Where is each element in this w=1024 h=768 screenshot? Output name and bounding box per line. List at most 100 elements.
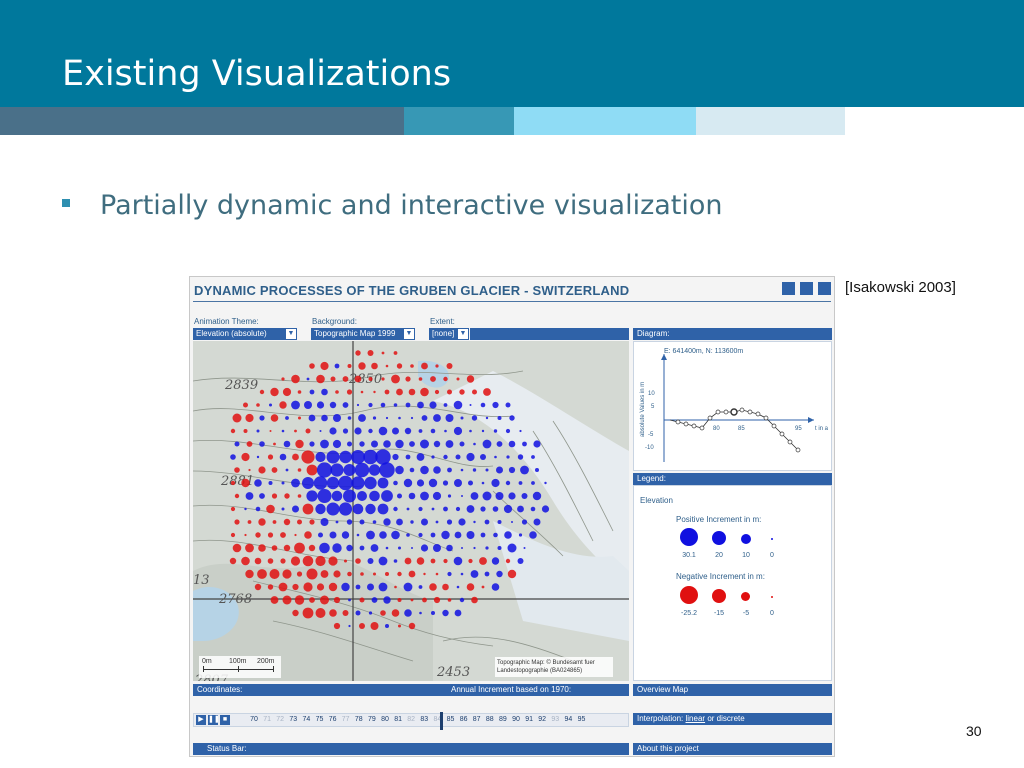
elevation-dot <box>335 520 339 524</box>
elevation-dot <box>329 427 337 435</box>
timeline-year[interactable]: 90 <box>510 716 522 723</box>
timeline-year[interactable]: 77 <box>340 716 352 723</box>
interpolation-label: Interpolation: <box>637 714 684 723</box>
elevation-dot <box>321 388 328 396</box>
timeline-year[interactable]: 74 <box>300 716 312 723</box>
play-icon[interactable]: ▶ <box>196 715 206 725</box>
elevation-dot <box>364 476 377 490</box>
chevron-down-icon[interactable]: ▼ <box>457 328 469 340</box>
elevation-dot <box>270 414 279 422</box>
timeline-year[interactable]: 70 <box>248 716 260 723</box>
extent-select[interactable]: [none] <box>429 328 457 340</box>
elevation-dot <box>346 389 353 395</box>
timeline-year[interactable]: 88 <box>484 716 496 723</box>
animation-theme-select[interactable]: Elevation (absolute) <box>193 328 285 340</box>
interpolation-linear-link[interactable]: linear <box>686 714 706 723</box>
scale-label: 200m <box>257 658 275 665</box>
elevation-dot <box>443 454 448 460</box>
elevation-dot <box>434 389 440 395</box>
pause-icon[interactable]: ❚❚ <box>208 715 220 725</box>
timeline-year[interactable]: 95 <box>576 716 588 723</box>
elevation-dot <box>416 557 425 565</box>
window-button-3[interactable] <box>818 282 831 295</box>
legend-value: -25.2 <box>681 610 697 617</box>
timeline-year[interactable]: 80 <box>379 716 391 723</box>
elevation-dot <box>351 450 365 464</box>
timeline-year[interactable]: 82 <box>405 716 417 723</box>
elevation-dot <box>535 468 539 472</box>
about-project-bar[interactable]: About this project <box>633 743 832 755</box>
timeline-year[interactable]: 93 <box>549 716 561 723</box>
timeline-year[interactable]: 89 <box>497 716 509 723</box>
elevation-dot <box>378 556 388 566</box>
timeline-year[interactable]: 71 <box>261 716 273 723</box>
overview-map-bar[interactable]: Overview Map <box>633 684 832 696</box>
timeline-year[interactable]: 73 <box>287 716 299 723</box>
timeline-year[interactable]: 78 <box>353 716 365 723</box>
timeline-year[interactable]: 94 <box>562 716 574 723</box>
timeline-year[interactable]: 92 <box>536 716 548 723</box>
elevation-dot <box>258 544 266 552</box>
timeline-year[interactable]: 85 <box>445 716 457 723</box>
elevation-dot <box>378 426 388 436</box>
elevation-dot <box>523 547 526 549</box>
elevation-dot <box>346 544 353 552</box>
timeline-year[interactable]: 86 <box>458 716 470 723</box>
elevation-dot <box>443 558 448 564</box>
elevation-dot <box>473 520 476 524</box>
interpolation-discrete-link[interactable]: discrete <box>717 714 745 723</box>
elevation-dot <box>271 545 278 551</box>
elevation-dot <box>430 532 436 538</box>
elevation-dot <box>245 413 254 423</box>
window-button-1[interactable] <box>782 282 795 295</box>
chevron-down-icon[interactable]: ▼ <box>403 328 415 340</box>
stop-icon[interactable]: ■ <box>220 715 230 725</box>
chevron-down-icon[interactable]: ▼ <box>285 328 297 340</box>
elevation-dot <box>294 429 297 433</box>
slide-title: Existing Visualizations <box>62 54 452 94</box>
elevation-dot <box>393 480 398 486</box>
elevation-dot <box>430 558 436 564</box>
elevation-dot <box>496 466 503 474</box>
elevation-dot <box>381 351 385 355</box>
timeline-year[interactable]: 81 <box>392 716 404 723</box>
elevation-dot <box>533 518 541 526</box>
extent-label: Extent: <box>430 317 455 326</box>
elevation-dot <box>255 506 261 512</box>
timeline-year[interactable]: 72 <box>274 716 286 723</box>
timeline-year[interactable]: 75 <box>314 716 326 723</box>
glacier-map[interactable]: 2839 2850 2881 2768 2807 2453 13 0m 100m… <box>193 341 629 681</box>
timeline-current-marker[interactable] <box>440 712 443 730</box>
legend-header: Legend: <box>633 473 832 485</box>
timeline-year[interactable]: 76 <box>327 716 339 723</box>
elevation-dot <box>460 416 464 420</box>
timeline-year[interactable]: 91 <box>523 716 535 723</box>
elevation-dot <box>368 377 373 381</box>
elevation-dot <box>351 476 365 490</box>
background-select[interactable]: Topographic Map 1999 <box>311 328 403 340</box>
elevation-dot <box>381 377 385 381</box>
timeline-year[interactable]: 79 <box>366 716 378 723</box>
elevation-dot <box>280 558 286 564</box>
elevation-dot <box>230 506 236 512</box>
elevation-dot <box>316 583 325 591</box>
elevation-dot <box>531 455 535 459</box>
elevation-dot <box>291 374 300 384</box>
elevation-dot <box>281 507 285 511</box>
window-button-2[interactable] <box>800 282 813 295</box>
elevation-dot <box>333 596 341 604</box>
elevation-dot <box>329 609 337 617</box>
timeline-year[interactable]: 83 <box>418 716 430 723</box>
elevation-dot <box>466 505 475 513</box>
elevation-dot <box>447 389 452 395</box>
elevation-dot <box>296 571 303 577</box>
contour-label: 2850 <box>348 372 382 387</box>
elevation-dot <box>421 362 428 370</box>
year-timeline[interactable]: ▶ ❚❚ ■ 70 71 72 73 74 75 76 77 78 79 80 81 82 83 84 85 8… <box>193 712 629 730</box>
timeline-year[interactable]: 87 <box>471 716 483 723</box>
elevation-dot <box>459 597 465 603</box>
elevation-dot <box>248 468 251 472</box>
elevation-dot <box>505 428 511 434</box>
elevation-dot <box>431 507 435 511</box>
elevation-dot <box>493 429 498 433</box>
